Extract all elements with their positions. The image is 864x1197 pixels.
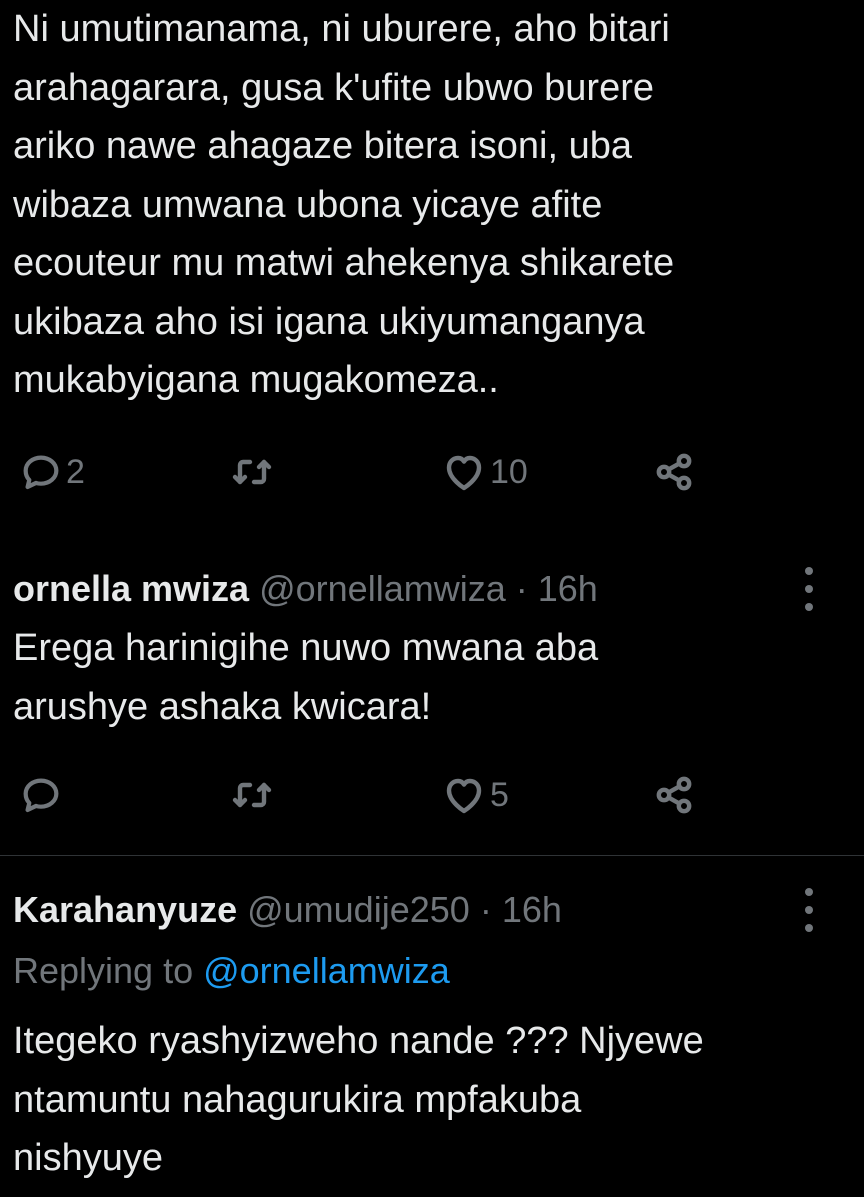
replying-to-mention[interactable]: @ornellamwiza [203, 950, 450, 991]
tweet-actions: 5 [0, 770, 864, 820]
tweet-2[interactable]: ornella mwiza @ornellamwiza · 16h Erega … [0, 530, 864, 855]
tweet-header: Karahanyuze @umudije250 · 16h [13, 888, 562, 932]
author-name[interactable]: ornella mwiza [13, 568, 249, 609]
reply-icon [23, 455, 59, 490]
reply-button[interactable] [18, 770, 66, 820]
replying-to: Replying to @ornellamwiza [13, 949, 450, 993]
retweet-icon [232, 782, 272, 808]
share-icon [656, 776, 692, 814]
separator-dot: · [515, 568, 528, 609]
heart-icon [446, 778, 482, 814]
author-handle[interactable]: @umudije250 [247, 889, 470, 930]
share-icon [656, 453, 692, 491]
share-button[interactable] [650, 447, 698, 497]
like-count: 5 [490, 775, 509, 814]
tweet-header: ornella mwiza @ornellamwiza · 16h [13, 567, 598, 611]
retweet-icon [232, 459, 272, 485]
like-button[interactable]: 5 [440, 770, 509, 820]
retweet-button[interactable] [228, 447, 278, 497]
author-handle[interactable]: @ornellamwiza [259, 568, 506, 609]
separator-dot: · [479, 889, 492, 930]
more-options-icon[interactable] [804, 567, 814, 611]
tweet-1[interactable]: Ni umutimanama, ni uburere, aho bitari a… [0, 0, 864, 530]
timestamp[interactable]: 16h [502, 889, 562, 930]
timestamp[interactable]: 16h [538, 568, 598, 609]
more-options-icon[interactable] [804, 888, 814, 932]
tweet-3[interactable]: Karahanyuze @umudije250 · 16h Replying t… [0, 856, 864, 1197]
reply-icon [23, 778, 59, 813]
share-button[interactable] [650, 770, 698, 820]
tweet-text: Ni umutimanama, ni uburere, aho bitari a… [13, 8, 675, 401]
like-count: 10 [490, 452, 528, 491]
author-name[interactable]: Karahanyuze [13, 889, 237, 930]
heart-icon [446, 455, 482, 491]
retweet-button[interactable] [228, 770, 278, 820]
reply-count: 2 [66, 452, 85, 491]
reply-button[interactable]: 2 [18, 447, 85, 497]
like-button[interactable]: 10 [440, 447, 528, 497]
tweet-text: Erega harinigihe nuwo mwana aba arushye … [13, 627, 599, 728]
replying-to-label: Replying to [13, 950, 204, 991]
tweet-actions: 2 10 [0, 447, 864, 497]
tweet-text: Itegeko ryashyizweho nande ??? Njyewe nt… [13, 1020, 704, 1179]
